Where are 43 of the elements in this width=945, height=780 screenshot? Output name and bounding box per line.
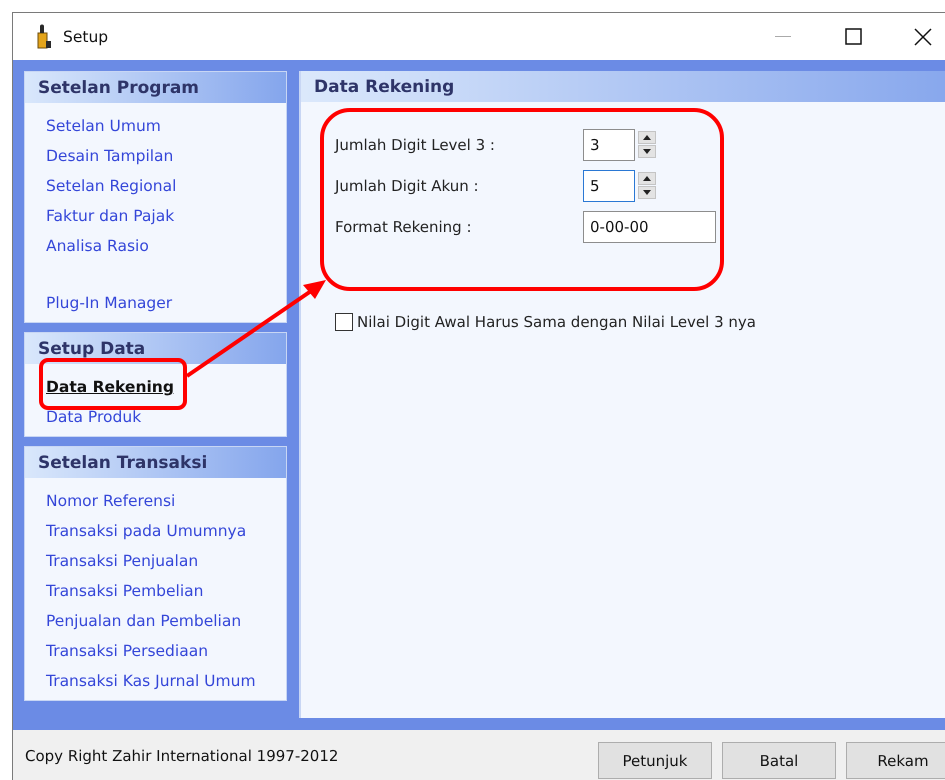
checkbox-label: Nilai Digit Awal Harus Sama dengan Nilai Level 3 nya: [357, 313, 756, 331]
down-triangle-icon: [643, 149, 651, 154]
spin-up-button[interactable]: [638, 131, 656, 144]
minimize-icon: [775, 36, 791, 38]
spin-down-button[interactable]: [638, 145, 656, 158]
sidebar-link[interactable]: Setelan Umum: [46, 111, 161, 141]
window-title: Setup: [63, 28, 108, 46]
sidebar-link[interactable]: Data Rekening: [46, 372, 174, 402]
down-triangle-icon: [643, 190, 651, 195]
up-triangle-icon: [643, 135, 651, 140]
group-header: Setup Data: [25, 333, 286, 364]
number-field[interactable]: 5: [583, 170, 635, 202]
sidebar-link[interactable]: Setelan Regional: [46, 171, 176, 201]
sidebar-link[interactable]: Nomor Referensi: [46, 486, 176, 516]
up-triangle-icon: [643, 176, 651, 181]
checkbox[interactable]: [335, 313, 353, 331]
sidebar-link[interactable]: Desain Tampilan: [46, 141, 174, 171]
maximize-icon: [844, 28, 862, 45]
sidebar-link[interactable]: Plug-In Manager: [46, 288, 172, 318]
sidebar-link[interactable]: Analisa Rasio: [46, 231, 149, 261]
group-header: Setelan Program: [25, 72, 286, 103]
field-label: Jumlah Digit Akun :: [335, 176, 480, 194]
sidebar-link[interactable]: Faktur dan Pajak: [46, 201, 174, 231]
copyright-text: Copy Right Zahir International 1997-2012: [25, 746, 338, 764]
spin-up-button[interactable]: [638, 172, 656, 185]
close-icon: [914, 28, 932, 46]
field-label: Jumlah Digit Level 3 :: [335, 136, 496, 154]
group-header: Setelan Transaksi: [25, 447, 286, 478]
text-field[interactable]: 0-00-00: [583, 210, 716, 242]
sidebar-link[interactable]: Penjualan dan Pembelian: [46, 606, 242, 636]
number-field[interactable]: 3: [583, 128, 635, 160]
field-label: Format Rekening :: [335, 218, 473, 236]
dialog-button[interactable]: Petunjuk: [598, 742, 712, 779]
dialog-button[interactable]: Rekam: [846, 742, 945, 779]
sidebar-link[interactable]: Transaksi Kas Jurnal Umum: [46, 666, 256, 696]
sidebar-link[interactable]: Transaksi Pembelian: [46, 576, 204, 606]
dialog-button[interactable]: Batal: [722, 742, 836, 779]
sidebar-link[interactable]: Transaksi Persediaan: [46, 636, 208, 666]
sidebar-link[interactable]: Transaksi Penjualan: [46, 546, 198, 576]
sidebar-link[interactable]: Transaksi pada Umumnya: [46, 516, 246, 546]
panel-header: Data Rekening: [301, 71, 945, 102]
sidebar-link[interactable]: Data Produk: [46, 402, 142, 432]
spin-down-button[interactable]: [638, 186, 656, 199]
